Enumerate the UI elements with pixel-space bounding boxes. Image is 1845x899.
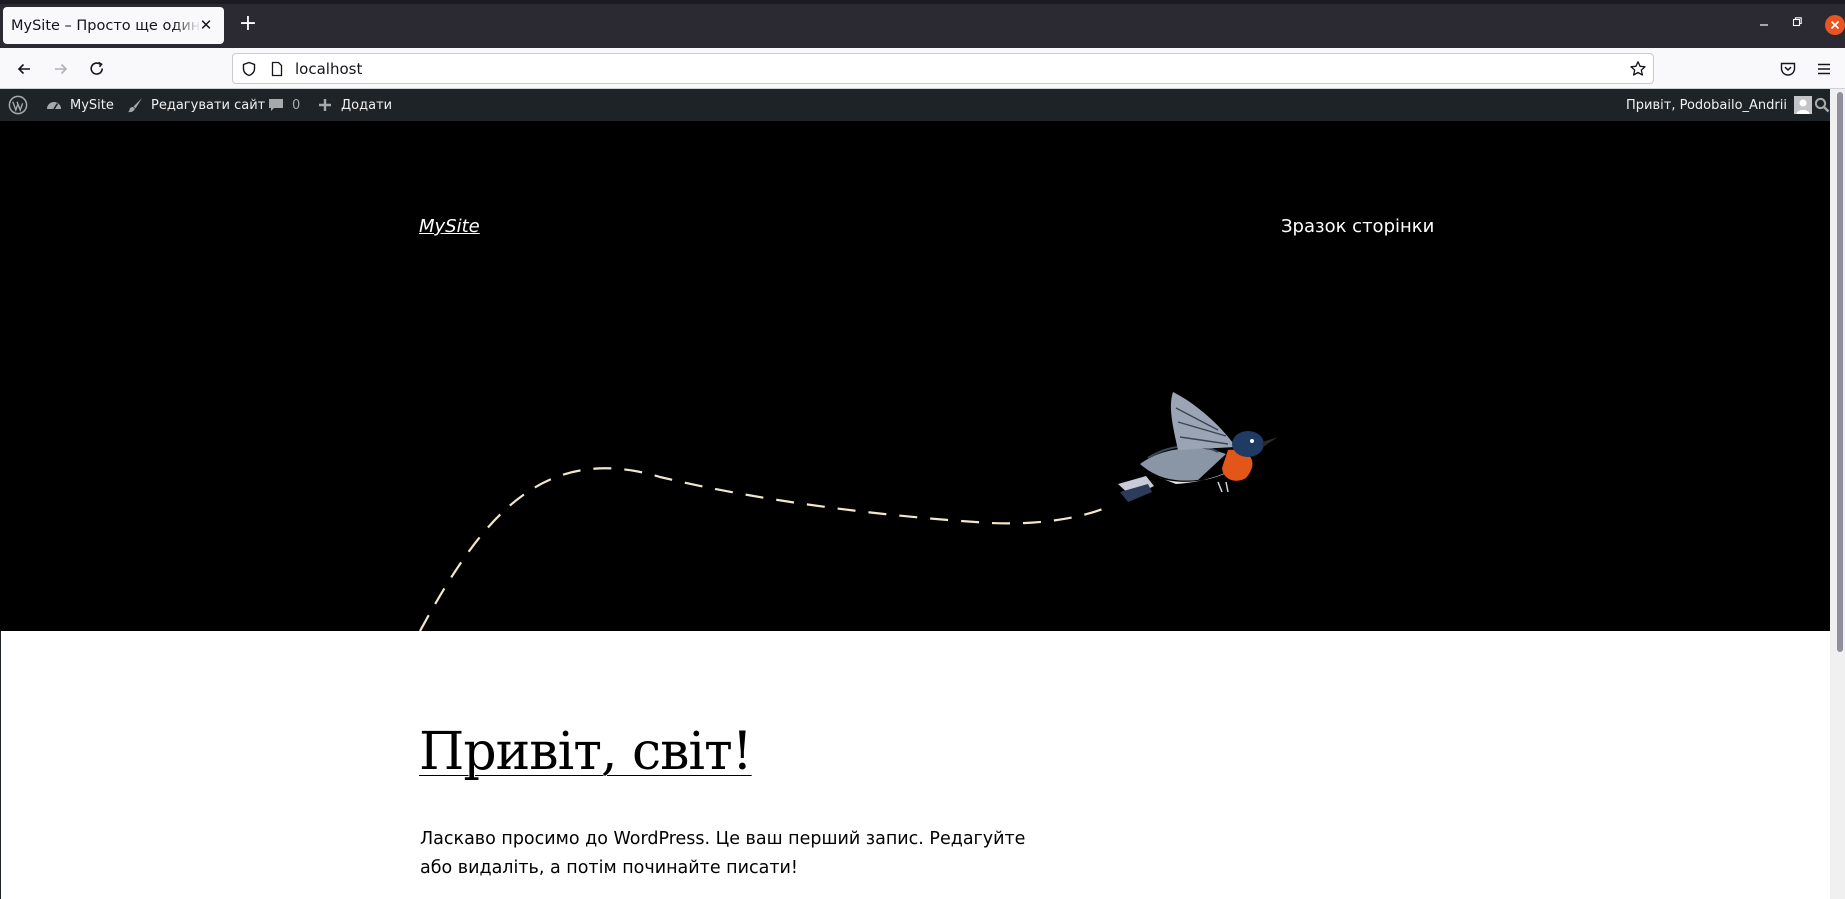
arrow-left-icon (17, 63, 30, 75)
adminbar-site-name: MySite (70, 97, 114, 113)
restore-icon[interactable] (1789, 16, 1805, 32)
adminbar-edit-site[interactable]: Редагувати сайт (125, 89, 265, 121)
wp-logo-button[interactable] (8, 89, 28, 121)
url-text[interactable]: localhost (295, 60, 362, 78)
bird-icon (1118, 392, 1278, 502)
adminbar-greeting: Привіт, Podobailo_Andrii (1626, 97, 1787, 113)
comments-count: 0 (292, 97, 301, 113)
browser-tab[interactable]: MySite – Просто ще один сайт ✕ (3, 7, 224, 44)
tab-close-icon[interactable]: ✕ (196, 15, 216, 35)
arrow-right-icon (55, 63, 68, 75)
browser-navigation-bar: localhost (0, 48, 1845, 89)
url-bar[interactable]: localhost (232, 53, 1654, 84)
dashboard-icon (44, 95, 64, 115)
tab-title: MySite – Просто ще один сайт (11, 17, 201, 34)
post-title-link[interactable]: Привіт, світ! (419, 722, 753, 782)
adminbar-site-link[interactable]: MySite (44, 89, 114, 121)
shield-icon[interactable] (241, 61, 257, 77)
wp-admin-bar: MySite Редагувати сайт 0 Додати Привіт, … (0, 89, 1845, 121)
post-body-text: Ласкаво просимо до WordPress. Це ваш пер… (420, 829, 1026, 878)
window-top-edge (0, 0, 1845, 4)
adminbar-comments[interactable]: 0 (266, 89, 300, 121)
search-icon (1812, 95, 1832, 115)
adminbar-edit-site-label: Редагувати сайт (151, 97, 266, 113)
pocket-icon (1780, 62, 1796, 76)
reload-icon (90, 61, 104, 75)
page-icon[interactable] (269, 61, 285, 77)
close-icon (1830, 20, 1840, 30)
brush-icon (125, 95, 145, 115)
post-content-area: Привіт, світ! Ласкаво просимо до WordPre… (0, 631, 1830, 899)
minimize-icon[interactable] (1756, 16, 1772, 32)
adminbar-add-new[interactable]: Додати (315, 89, 392, 121)
hamburger-menu-icon (1818, 63, 1830, 75)
menu-button[interactable] (1811, 56, 1837, 82)
site-header-hero: MySite Зразок сторінки (0, 121, 1830, 631)
pocket-button[interactable] (1775, 56, 1801, 82)
wordpress-logo-icon (8, 95, 28, 115)
forward-button[interactable] (48, 56, 74, 82)
dashed-flight-path (419, 467, 1113, 631)
bookmark-star-icon[interactable] (1629, 60, 1647, 78)
back-button[interactable] (11, 56, 37, 82)
scrollbar-thumb[interactable] (1837, 92, 1843, 652)
reload-button[interactable] (84, 56, 110, 82)
adminbar-my-account[interactable]: Привіт, Podobailo_Andrii (1626, 89, 1813, 121)
adminbar-add-new-label: Додати (341, 97, 393, 113)
comment-bubble-icon (266, 95, 286, 115)
new-tab-button[interactable]: + (236, 13, 260, 37)
avatar (1793, 95, 1813, 115)
hero-illustration (419, 392, 1278, 631)
adminbar-search[interactable] (1812, 89, 1832, 121)
browser-tab-strip: MySite – Просто ще один сайт ✕ + (0, 0, 1845, 48)
window-close-button[interactable] (1825, 15, 1845, 35)
plus-icon (315, 95, 335, 115)
